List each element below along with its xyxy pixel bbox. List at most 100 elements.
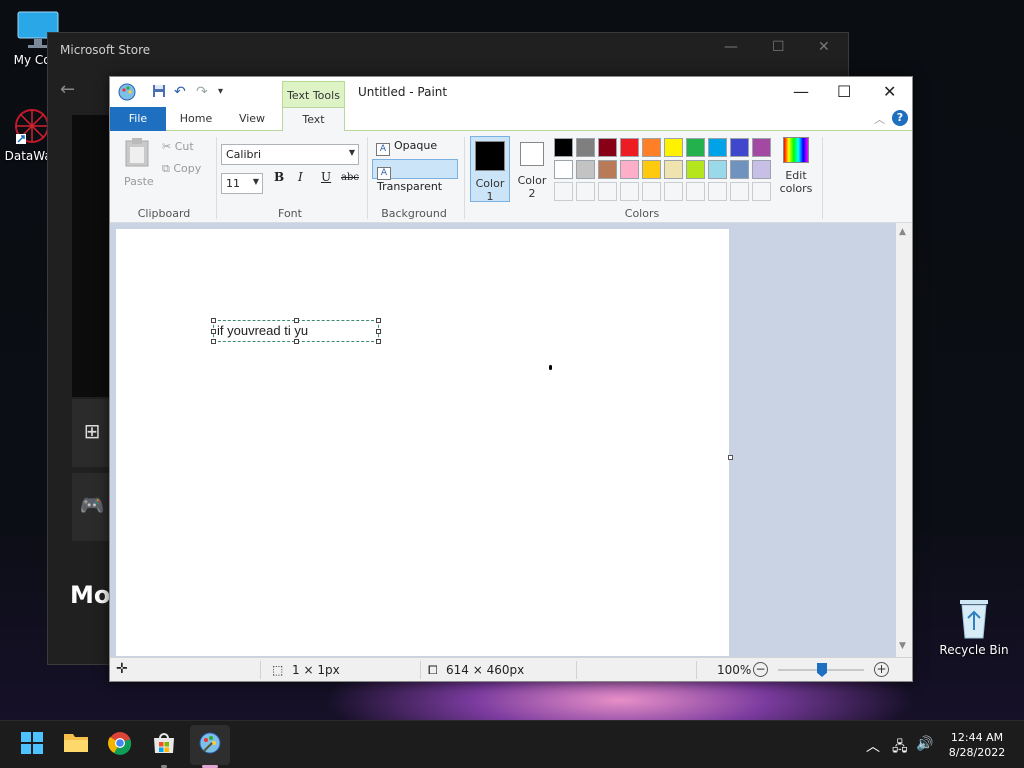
bold-button[interactable]: B [274,170,284,184]
microsoft-store-icon[interactable] [150,731,178,759]
palette-color-swatch[interactable] [642,160,661,179]
drawing-canvas[interactable]: if youvread ti yu [116,229,729,656]
copy-button[interactable]: ⧉ Copy [162,162,201,176]
palette-color-swatch[interactable] [686,138,705,157]
palette-color-swatch[interactable] [620,138,639,157]
palette-color-swatch[interactable] [598,160,617,179]
palette-color-swatch[interactable] [576,138,595,157]
palette-custom-slot[interactable] [730,182,749,201]
resize-handle[interactable] [294,318,299,323]
window-title: Untitled - Paint [358,85,448,99]
underline-button[interactable]: U [321,170,331,184]
palette-custom-slot[interactable] [642,182,661,201]
resize-handle[interactable] [211,318,216,323]
cut-label: Cut [174,140,194,153]
network-icon[interactable]: 🖧 [892,736,908,760]
minimize-icon[interactable]: — [793,82,809,101]
tab-view[interactable]: View [230,107,274,131]
palette-custom-slot[interactable] [708,182,727,201]
back-arrow-icon[interactable]: ← [60,79,75,100]
resize-handle[interactable] [294,339,299,344]
strikethrough-button[interactable]: abc [341,172,359,183]
close-icon[interactable]: ✕ [818,39,830,55]
palette-color-swatch[interactable] [620,160,639,179]
zoom-slider-thumb[interactable] [817,663,827,677]
palette-custom-slot[interactable] [598,182,617,201]
paste-button[interactable]: Paste [120,137,154,188]
palette-color-swatch[interactable] [576,160,595,179]
file-explorer-icon[interactable] [62,731,90,759]
color1-label: Color 1 [475,177,505,203]
zoom-in-button[interactable]: + [874,662,889,677]
tab-file[interactable]: File [110,107,166,131]
color1-button[interactable]: Color 1 [470,136,510,203]
font-size-select[interactable]: 11 ▼ [221,173,263,194]
palette-custom-slot[interactable] [664,182,683,201]
vertical-scrollbar[interactable]: ▲ ▼ [896,223,912,657]
undo-icon[interactable]: ↶ [174,84,186,100]
palette-color-swatch[interactable] [642,138,661,157]
minimize-icon[interactable]: — [724,39,738,55]
italic-button[interactable]: I [298,170,303,184]
palette-custom-slot[interactable] [576,182,595,201]
palette-color-swatch[interactable] [598,138,617,157]
store-title: Microsoft Store [60,43,151,57]
start-windows-icon[interactable] [18,731,46,759]
zoom-out-button[interactable]: − [753,662,768,677]
palette-color-swatch[interactable] [708,138,727,157]
palette-color-swatch[interactable] [664,138,683,157]
collapse-ribbon-icon[interactable]: ︿ [874,111,885,127]
maximize-icon[interactable]: ☐ [837,82,851,101]
palette-custom-slot[interactable] [554,182,573,201]
palette-custom-slot[interactable] [752,182,771,201]
palette-color-swatch[interactable] [730,138,749,157]
edit-colors-button[interactable]: Edit colors [776,137,816,195]
palette-color-swatch[interactable] [686,160,705,179]
scroll-down-icon[interactable]: ▼ [899,641,906,651]
paint-titlebar[interactable]: ↶ ↷ ▾ Text Tools Untitled - Paint — ☐ ✕ [110,77,912,107]
canvas-resize-handle[interactable] [728,455,733,460]
desktop-icon-recycle-bin[interactable]: Recycle Bin [936,596,1012,657]
resize-handle[interactable] [211,339,216,344]
paint-taskbar-icon[interactable] [196,731,224,759]
tab-text[interactable]: Text [282,107,345,132]
font-family-select[interactable]: Calibri ▼ [221,144,359,165]
text-box[interactable]: if youvread ti yu [211,318,381,344]
status-divider [696,661,697,679]
store-titlebar[interactable]: Microsoft Store — ☐ ✕ [48,33,848,67]
palette-color-swatch[interactable] [554,138,573,157]
resize-handle[interactable] [376,329,381,334]
customize-toolbar-chevron-icon[interactable]: ▾ [218,86,223,97]
selection-icon: ⬚ [272,663,284,677]
resize-handle[interactable] [211,329,216,334]
scroll-up-icon[interactable]: ▲ [899,227,906,237]
font-family-value: Calibri [226,148,262,161]
palette-custom-slot[interactable] [620,182,639,201]
palette-color-swatch[interactable] [752,160,771,179]
save-icon[interactable] [152,84,166,102]
palette-color-swatch[interactable] [664,160,683,179]
palette-color-swatch[interactable] [554,160,573,179]
tab-home[interactable]: Home [174,107,218,131]
palette-color-swatch[interactable] [708,160,727,179]
transparent-option[interactable]: ATransparent [372,159,458,193]
chrome-icon[interactable] [106,731,134,759]
cut-button[interactable]: ✂ Cut [162,140,194,153]
show-hidden-icons-chevron-icon[interactable]: ︿ [866,736,880,756]
close-icon[interactable]: ✕ [883,82,896,101]
paint-window[interactable]: ↶ ↷ ▾ Text Tools Untitled - Paint — ☐ ✕ … [109,76,913,682]
palette-color-swatch[interactable] [752,138,771,157]
color2-button[interactable]: Color 2 [512,136,552,202]
opaque-option[interactable]: A Opaque [372,136,458,156]
gaming-nav-icon[interactable]: 🎮 [72,473,112,541]
palette-custom-slot[interactable] [686,182,705,201]
redo-icon[interactable]: ↷ [196,84,208,100]
help-icon[interactable]: ? [892,110,908,126]
resize-handle[interactable] [376,339,381,344]
apps-nav-icon[interactable]: ⊞ [72,399,112,467]
resize-handle[interactable] [376,318,381,323]
clock[interactable]: 12:44 AM 8/28/2022 [940,730,1014,760]
maximize-icon[interactable]: ☐ [772,39,785,55]
palette-color-swatch[interactable] [730,160,749,179]
volume-icon[interactable]: 🔊 [916,736,933,752]
